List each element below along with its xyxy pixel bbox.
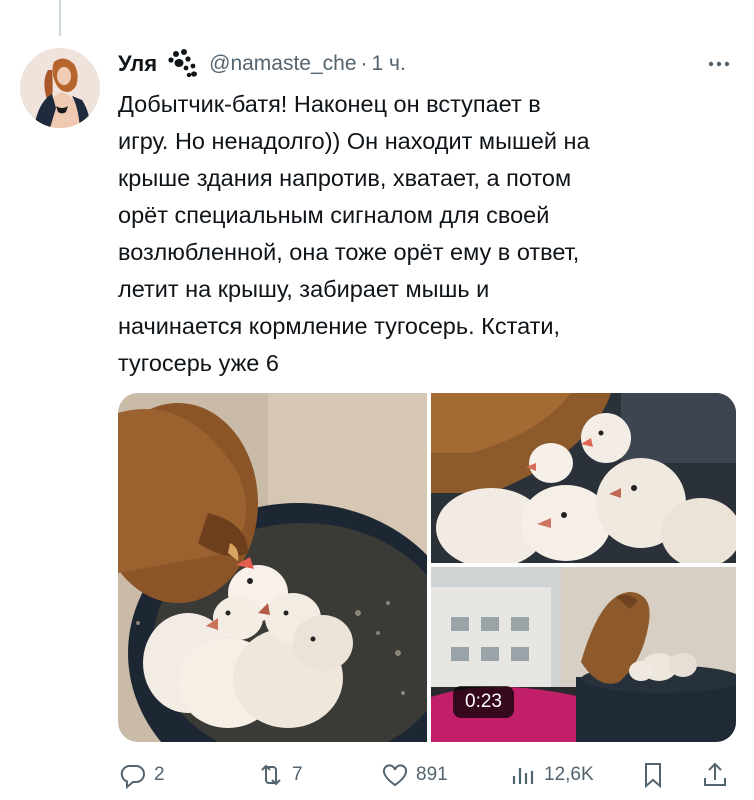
- photo-kestrel-feeding: [118, 393, 427, 742]
- like-count: 891: [416, 764, 448, 785]
- bookmark-button[interactable]: [638, 752, 668, 798]
- repost-count: 7: [292, 764, 303, 785]
- views-icon: [512, 768, 534, 784]
- media-photo-2[interactable]: [431, 393, 736, 563]
- separator-dot: ·: [360, 52, 368, 75]
- tweet-text: Добытчик-батя! Наконец он вступает в игр…: [118, 91, 590, 376]
- avatar-image: [20, 48, 100, 128]
- reply-button[interactable]: 2: [118, 752, 165, 798]
- photo-chicks-closeup: [431, 393, 736, 563]
- action-bar: 2 7 891 12,6K: [118, 752, 738, 798]
- like-button[interactable]: 891: [380, 752, 448, 798]
- views-button[interactable]: 12,6K: [508, 752, 594, 798]
- media-video[interactable]: 0:23: [431, 567, 736, 742]
- share-icon: [704, 762, 726, 786]
- more-icon[interactable]: [704, 52, 734, 76]
- views-count: 12,6K: [544, 764, 594, 785]
- media-photo-1[interactable]: [118, 393, 427, 742]
- paw-icon: [168, 49, 198, 78]
- like-icon: [382, 764, 408, 787]
- share-button[interactable]: [700, 752, 730, 798]
- tweet-header: Уля @namaste_che · 1 ч.: [118, 44, 734, 84]
- author-name[interactable]: Уля: [118, 51, 157, 77]
- repost-button[interactable]: 7: [256, 752, 303, 798]
- video-duration-badge: 0:23: [453, 686, 514, 718]
- media-grid: 0:23: [118, 393, 736, 742]
- author-handle[interactable]: @namaste_che: [209, 52, 356, 76]
- reply-count: 2: [154, 764, 165, 785]
- reply-icon: [120, 764, 145, 790]
- thread-line: [59, 0, 61, 36]
- repost-icon: [261, 764, 281, 786]
- avatar[interactable]: [20, 48, 100, 128]
- bookmark-icon: [645, 763, 661, 789]
- timestamp[interactable]: 1 ч.: [372, 52, 406, 76]
